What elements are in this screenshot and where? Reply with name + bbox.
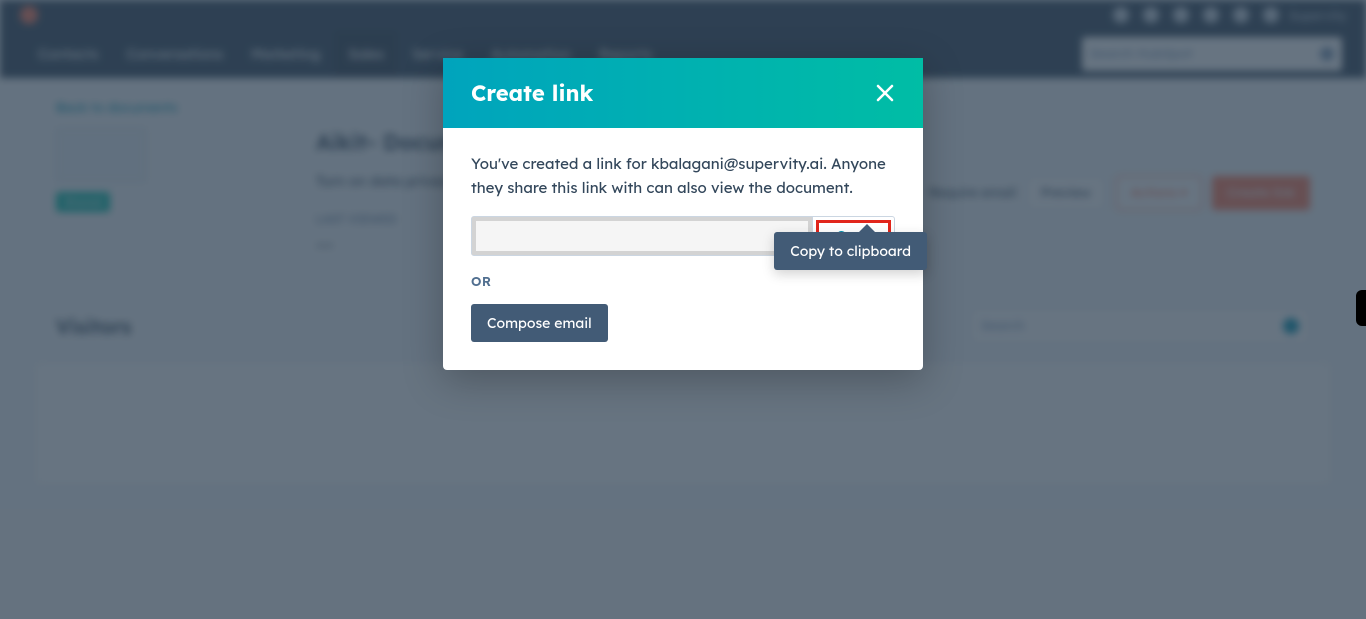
create-link-modal: Create link You've created a link for kb…	[443, 58, 923, 370]
modal-header: Create link	[443, 58, 923, 128]
modal-body: You've created a link for kbalagani@supe…	[443, 128, 923, 370]
close-icon[interactable]	[875, 83, 895, 103]
share-link-input[interactable]	[476, 221, 808, 251]
compose-email-button[interactable]: Compose email	[471, 304, 608, 342]
recipient-email: kbalagani@supervity.ai	[651, 154, 823, 173]
modal-overlay[interactable]: Create link You've created a link for kb…	[0, 0, 1366, 619]
modal-title: Create link	[471, 79, 593, 107]
or-divider: OR	[471, 274, 895, 290]
feedback-tab[interactable]	[1356, 290, 1366, 326]
modal-description: You've created a link for kbalagani@supe…	[471, 152, 895, 200]
copy-tooltip: Copy to clipboard	[774, 232, 927, 270]
